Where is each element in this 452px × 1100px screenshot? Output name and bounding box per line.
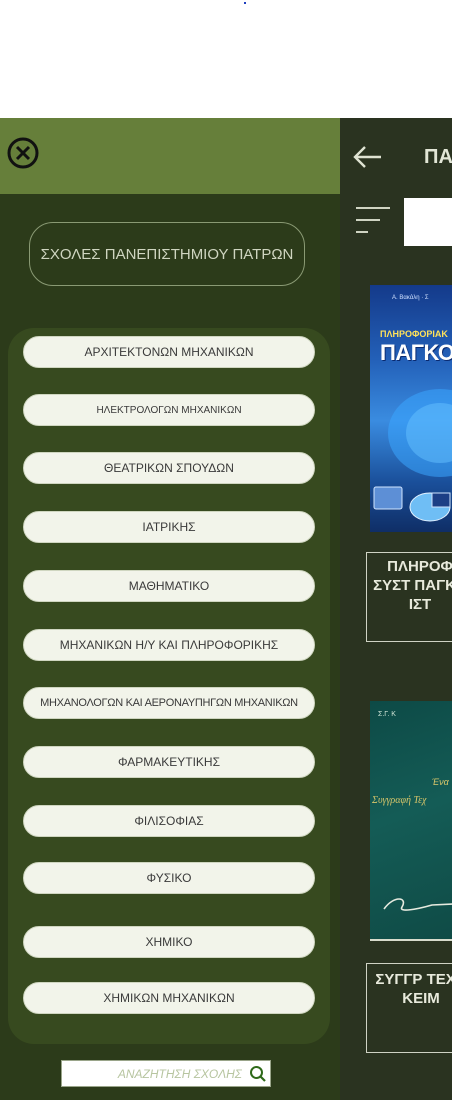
school-item[interactable]: ΦΑΡΜΑΚΕΥΤΙΚΗΣ: [23, 746, 315, 778]
page-title: ΠΑ: [424, 146, 452, 168]
book-cover-small-text: Ένα: [432, 777, 449, 787]
book-title[interactable]: ΣΥΓΓΡ ΤΕΧΝ ΚΕΙΜ: [366, 963, 452, 1053]
drawer-title: ΣΧΟΛΕΣ ΠΑΝΕΠΙΣΤΗΜΙΟΥ ΠΑΤΡΩΝ: [29, 222, 305, 286]
school-item[interactable]: ΧΗΜΙΚΩΝ ΜΗΧΑΝΙΚΩΝ: [23, 982, 315, 1014]
filter-lines-icon[interactable]: [354, 204, 392, 238]
book-title[interactable]: ΠΛΗΡΟΦ ΣΥΣΤ ΠΑΓΚΟ ΙΣΤ: [366, 552, 452, 642]
school-item[interactable]: ΜΗΧΑΝΟΛΟΓΩΝ ΚΑΙ ΑΕΡΟΝΑΥΠΗΓΩΝ ΜΗΧΑΝΙΚΩΝ: [23, 687, 315, 719]
books-panel: ΠΑ A. Βακάλη · Σ ΠΛΗΡΟΦΟΡΙΑΚ ΠΑΓΚΟΣΜ ΠΛΗ…: [340, 118, 452, 1100]
school-item[interactable]: ΗΛΕΚΤΡΟΛΟΓΩΝ ΜΗΧΑΝΙΚΩΝ: [23, 394, 315, 426]
book-cover-heading: Συγγραφή Τεχ: [372, 795, 427, 806]
book-cover-small-text: Σ.Γ. Κ: [378, 711, 396, 718]
school-item[interactable]: ΧΗΜΙΚΟ: [23, 926, 315, 958]
school-item[interactable]: ΙΑΤΡΙΚΗΣ: [23, 511, 315, 543]
search-icon[interactable]: [248, 1064, 268, 1084]
school-search-box: [61, 1060, 271, 1087]
school-item[interactable]: ΦΥΣΙΚΟ: [23, 862, 315, 894]
arrow-left-icon[interactable]: [352, 142, 384, 172]
school-item[interactable]: ΑΡΧΙΤΕΚΤΟΝΩΝ ΜΗΧΑΝΙΚΩΝ: [23, 336, 315, 368]
book-cover[interactable]: A. Βακάλη · Σ ΠΛΗΡΟΦΟΡΙΑΚ ΠΑΓΚΟΣΜ: [370, 285, 452, 532]
book-cover-art: [373, 389, 452, 522]
search-input[interactable]: [404, 198, 452, 246]
school-item[interactable]: ΦΙΛΙΣΟΦΙΑΣ: [23, 805, 315, 837]
book-cover-heading: ΠΛΗΡΟΦΟΡΙΑΚ: [380, 329, 448, 339]
book-cover-small-text: A. Βακάλη · Σ: [392, 295, 429, 301]
drawer-header: [0, 118, 340, 194]
book-cover-heading: ΠΑΓΚΟΣΜ: [380, 340, 452, 365]
book-cover[interactable]: Σ.Γ. Κ Ένα Συγγραφή Τεχ: [370, 701, 452, 941]
schools-list: ΑΡΧΙΤΕΚΤΟΝΩΝ ΜΗΧΑΝΙΚΩΝ ΗΛΕΚΤΡΟΛΟΓΩΝ ΜΗΧΑ…: [8, 328, 330, 1044]
school-item[interactable]: ΜΗΧΑΝΙΚΩΝ Η/Υ ΚΑΙ ΠΛΗΡΟΦΟΡΙΚΗΣ: [23, 629, 315, 661]
book-cover-signature: [383, 898, 452, 911]
schools-drawer: ΣΧΟΛΕΣ ΠΑΝΕΠΙΣΤΗΜΙΟΥ ΠΑΤΡΩΝ ΑΡΧΙΤΕΚΤΟΝΩΝ…: [0, 118, 340, 1100]
loading-dot: [244, 2, 246, 4]
school-search-input[interactable]: [62, 1062, 242, 1085]
school-item[interactable]: ΘΕΑΤΡΙΚΩΝ ΣΠΟΥΔΩΝ: [23, 452, 315, 484]
school-item[interactable]: ΜΑΘΗΜΑΤΙΚΟ: [23, 570, 315, 602]
close-icon[interactable]: [6, 136, 40, 170]
